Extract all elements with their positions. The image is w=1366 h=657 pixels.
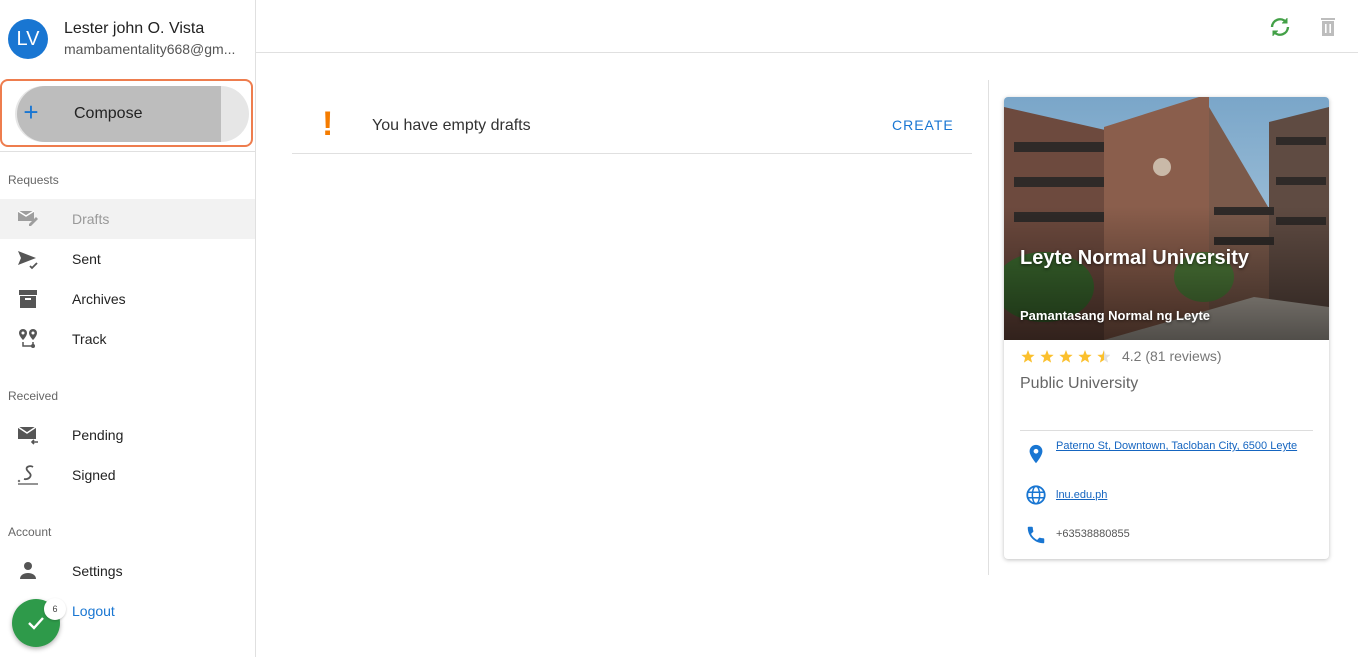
website-link[interactable]: lnu.edu.ph <box>1056 486 1107 504</box>
profile-header[interactable]: LV Lester john O. Vista mambamentality66… <box>0 0 255 72</box>
rating-stars <box>1021 350 1110 363</box>
sidebar-item-sent[interactable]: Sent <box>0 239 255 279</box>
sidebar-item-drafts[interactable]: Drafts <box>0 199 255 239</box>
section-label-account: Account <box>8 525 52 539</box>
panel-divider <box>988 80 989 575</box>
sidebar-item-track[interactable]: Track <box>0 319 255 359</box>
phone-number: +63538880855 <box>1056 528 1130 540</box>
compose-focus-outline: + Compose <box>0 79 253 147</box>
trash-icon[interactable] <box>1316 15 1340 39</box>
moon-icon[interactable] <box>1216 15 1240 39</box>
sidebar-item-label: Logout <box>72 603 115 619</box>
app: LV Lester john O. Vista mambamentality66… <box>0 0 1366 657</box>
user-email: mambamentality668@gm... <box>64 41 236 57</box>
star-icon <box>1021 350 1035 363</box>
globe-icon <box>1026 485 1046 505</box>
pending-mail-icon <box>17 426 38 445</box>
rating-text: 4.2 (81 reviews) <box>1122 348 1222 364</box>
star-icon <box>1097 350 1110 363</box>
create-button[interactable]: CREATE <box>892 117 954 133</box>
star-icon <box>1059 350 1073 363</box>
sidebar-item-label: Archives <box>72 291 126 307</box>
address-link[interactable]: Paterno St, Downtown, Tacloban City, 650… <box>1056 437 1306 455</box>
place-type: Public University <box>1020 375 1139 392</box>
compose-button[interactable]: + Compose <box>15 86 249 142</box>
phone-icon <box>1027 526 1045 544</box>
star-icon <box>1078 350 1092 363</box>
check-icon <box>28 617 44 630</box>
sidebar-item-signed[interactable]: Signed <box>0 455 255 495</box>
signature-icon <box>17 465 38 485</box>
sidebar-item-pending[interactable]: Pending <box>0 415 255 455</box>
sidebar-item-label: Signed <box>72 467 116 483</box>
sidebar-item-label: Settings <box>72 563 123 579</box>
person-icon <box>20 562 36 579</box>
sidebar: LV Lester john O. Vista mambamentality66… <box>0 0 256 657</box>
refresh-icon[interactable] <box>1268 15 1292 39</box>
exclamation-icon: ! <box>322 105 334 143</box>
location-pin-icon <box>1029 444 1043 464</box>
sidebar-item-settings[interactable]: Settings <box>0 551 255 591</box>
avatar[interactable]: LV <box>8 19 48 59</box>
university-photo: Leyte Normal University Pamantasang Norm… <box>1004 97 1329 340</box>
building-illustration <box>1004 97 1329 340</box>
place-subtitle: Pamantasang Normal ng Leyte <box>1020 308 1210 323</box>
section-label-requests: Requests <box>8 173 59 187</box>
topbar-divider <box>256 52 1358 53</box>
sidebar-item-label: Sent <box>72 251 101 267</box>
sidebar-item-archives[interactable]: Archives <box>0 279 255 319</box>
compose-label: Compose <box>74 105 143 122</box>
drafts-icon <box>17 210 38 226</box>
send-icon <box>18 251 38 270</box>
star-icon <box>1040 350 1054 363</box>
archive-icon <box>19 290 37 308</box>
place-title: Leyte Normal University <box>1020 247 1249 269</box>
sidebar-divider <box>0 151 255 152</box>
sidebar-item-label: Drafts <box>72 211 110 227</box>
empty-drafts-banner: ! You have empty drafts CREATE <box>292 95 972 154</box>
track-icon <box>19 329 37 348</box>
sidebar-item-label: Pending <box>72 427 124 443</box>
sidebar-item-label: Track <box>72 331 107 347</box>
notification-badge: 6 <box>44 598 66 620</box>
empty-drafts-message: You have empty drafts <box>372 117 531 134</box>
user-name: Lester john O. Vista <box>64 20 205 37</box>
plus-icon: + <box>23 97 39 127</box>
section-label-received: Received <box>8 389 59 403</box>
card-divider <box>1020 430 1313 431</box>
place-card: Leyte Normal University Pamantasang Norm… <box>1004 97 1329 559</box>
